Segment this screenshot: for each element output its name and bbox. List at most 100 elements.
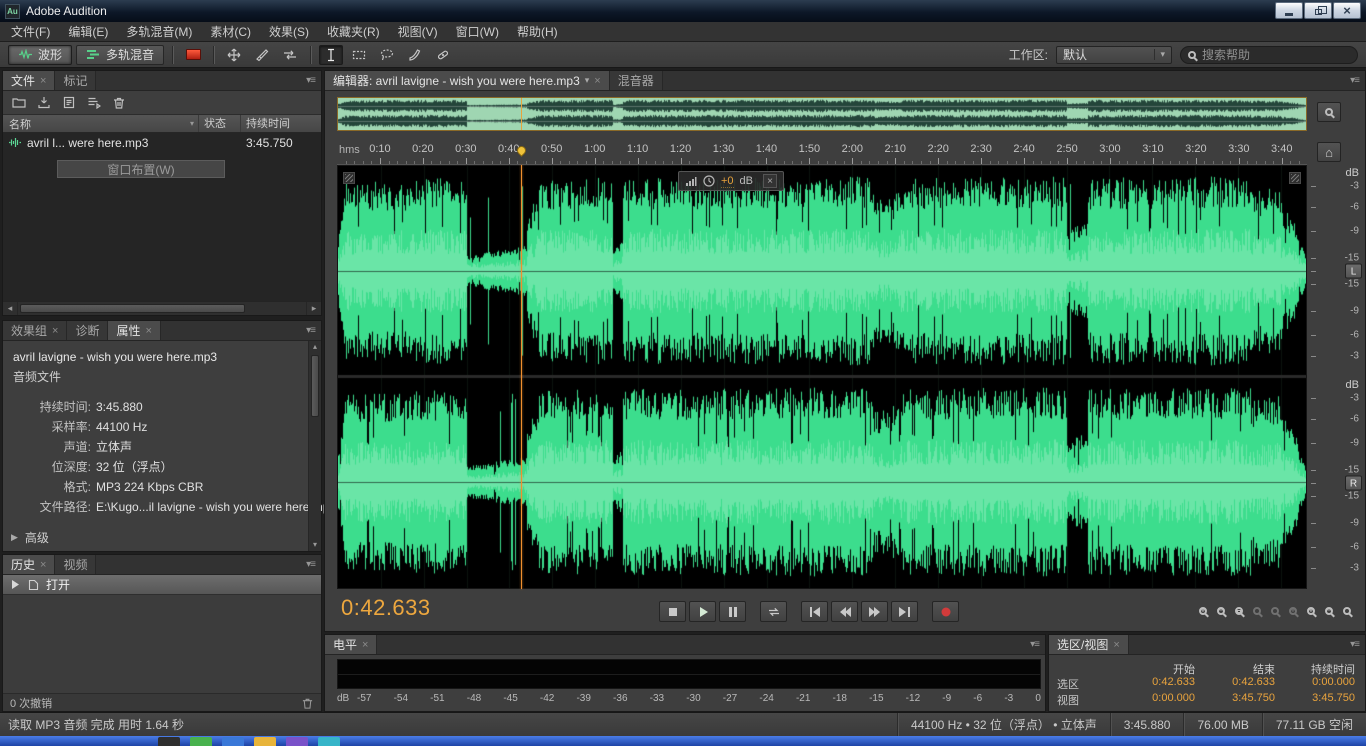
tab-close-icon[interactable]: × <box>362 639 368 651</box>
menu-item-8[interactable]: 窗口(W) <box>447 25 508 39</box>
minimize-button[interactable] <box>1275 2 1303 19</box>
tab-selection-view[interactable]: 选区/视图× <box>1049 635 1129 654</box>
panel-menu-icon[interactable]: ▾≡ <box>300 559 321 570</box>
tab-history[interactable]: 历史× <box>3 555 55 574</box>
zoom-out-time-icon[interactable]: − <box>1217 607 1225 615</box>
open-file-icon[interactable] <box>12 96 26 109</box>
taskbar-app-icon[interactable] <box>318 737 340 746</box>
skip-to-start-button[interactable] <box>801 601 828 622</box>
channel-badge-L[interactable]: L <box>1345 264 1362 279</box>
zoom-in-amplitude-icon[interactable]: + <box>1307 607 1315 615</box>
timeline-ruler[interactable]: hms 0:100:200:300:400:501:001:101:201:30… <box>337 139 1307 165</box>
scrollbar-track[interactable] <box>309 353 321 539</box>
selection-row[interactable]: 选区 0:42.633 0:42.633 0:00.000 <box>1057 676 1355 692</box>
time-selection-tool-icon[interactable] <box>319 45 343 65</box>
column-duration[interactable]: 持续时间 <box>241 115 321 133</box>
column-status[interactable]: 状态 <box>199 115 241 132</box>
zoom-out-full-icon[interactable] <box>1317 102 1341 122</box>
close-button[interactable]: × <box>1333 2 1361 19</box>
loop-playback-button[interactable] <box>760 601 787 622</box>
slip-tool-icon[interactable] <box>278 45 302 65</box>
tab-mixer[interactable]: 混音器 <box>610 71 663 90</box>
move-tool-icon[interactable] <box>222 45 246 65</box>
scroll-left-icon[interactable]: ◂ <box>3 303 17 314</box>
menu-item-3[interactable]: 多轨混音(M) <box>117 25 201 39</box>
panel-menu-icon[interactable]: ▾≡ <box>1344 75 1365 86</box>
tab-editor[interactable]: 编辑器: avril lavigne - wish you were here.… <box>325 71 610 90</box>
chevron-down-icon[interactable]: ▾ <box>585 75 590 86</box>
zoom-to-selection-icon[interactable] <box>1235 607 1243 615</box>
taskbar-app-icon[interactable] <box>286 737 308 746</box>
zoom-out-amplitude-icon[interactable]: − <box>1325 607 1333 615</box>
view-end-value[interactable]: 3:45.750 <box>1195 692 1275 708</box>
panel-menu-icon[interactable]: ▾≡ <box>300 75 321 86</box>
spectral-display-icon[interactable] <box>181 45 205 65</box>
tab-close-icon[interactable]: × <box>52 325 58 337</box>
record-button[interactable] <box>932 601 959 622</box>
tab-files[interactable]: 文件× <box>3 71 55 90</box>
home-icon[interactable]: ⌂ <box>1317 142 1341 162</box>
time-display[interactable]: 0:42.633 <box>341 595 431 621</box>
skip-to-end-button[interactable] <box>891 601 918 622</box>
tab-close-icon[interactable]: × <box>145 325 151 337</box>
waveform-display[interactable]: +0 dB × <box>337 165 1307 589</box>
multitrack-view-button[interactable]: 多轨混音 <box>76 45 164 65</box>
zoom-in-time-icon[interactable]: + <box>1199 607 1207 615</box>
insert-into-multitrack-icon[interactable] <box>87 96 101 109</box>
file-row[interactable]: avril l... were here.mp3 3:45.750 <box>3 133 321 152</box>
pause-button[interactable] <box>719 601 746 622</box>
hud-grabber-right[interactable] <box>1289 172 1301 184</box>
fast-forward-button[interactable] <box>861 601 888 622</box>
panel-menu-icon[interactable]: ▾≡ <box>1024 639 1045 650</box>
selection-end-value[interactable]: 0:42.633 <box>1195 676 1275 692</box>
import-file-icon[interactable] <box>37 96 51 109</box>
tab-close-icon[interactable]: × <box>594 75 600 87</box>
menu-item-2[interactable]: 编辑(E) <box>59 25 117 39</box>
history-item-open[interactable]: 打开 <box>3 575 321 595</box>
tab-close-icon[interactable]: × <box>40 559 46 571</box>
hud-close-icon[interactable]: × <box>763 174 777 188</box>
lasso-selection-tool-icon[interactable] <box>375 45 399 65</box>
waveform-view-button[interactable]: 波形 <box>8 45 72 65</box>
trash-icon[interactable] <box>112 96 126 109</box>
brush-selection-tool-icon[interactable] <box>403 45 427 65</box>
scrollbar-thumb[interactable] <box>20 304 245 313</box>
menu-item-4[interactable]: 素材(C) <box>201 25 260 39</box>
taskbar-app-icon[interactable] <box>254 737 276 746</box>
razor-tool-icon[interactable] <box>250 45 274 65</box>
selection-duration-value[interactable]: 0:00.000 <box>1275 676 1355 692</box>
menu-item-5[interactable]: 效果(S) <box>260 25 318 39</box>
view-start-value[interactable]: 0:00.000 <box>1115 692 1195 708</box>
zoom-full-icon[interactable] <box>1343 607 1351 615</box>
scroll-up-icon[interactable]: ▴ <box>313 341 317 353</box>
tab-diagnostics[interactable]: 诊断 <box>67 321 108 340</box>
scroll-right-icon[interactable]: ▸ <box>307 303 321 314</box>
waveform-overview[interactable] <box>337 97 1307 131</box>
tab-properties[interactable]: 属性× <box>108 321 160 340</box>
windows-taskbar[interactable] <box>0 736 1366 746</box>
advanced-section-toggle[interactable]: ▶高级 <box>11 529 49 546</box>
panel-menu-icon[interactable]: ▾≡ <box>300 325 321 336</box>
hud-gain-value[interactable]: +0 <box>721 175 734 188</box>
tab-levels[interactable]: 电平× <box>325 635 377 654</box>
trash-icon[interactable] <box>301 697 314 709</box>
menu-item-1[interactable]: 文件(F) <box>2 25 59 39</box>
restore-button[interactable] <box>1304 2 1332 19</box>
view-row[interactable]: 视图 0:00.000 3:45.750 3:45.750 <box>1057 692 1355 708</box>
volume-hud[interactable]: +0 dB × <box>678 171 784 191</box>
tab-markers[interactable]: 标记 <box>55 71 96 90</box>
tab-effects-rack[interactable]: 效果组× <box>3 321 67 340</box>
scroll-down-icon[interactable]: ▾ <box>313 539 317 551</box>
menu-item-7[interactable]: 视图(V) <box>389 25 447 39</box>
marquee-selection-tool-icon[interactable] <box>347 45 371 65</box>
waveform-canvas[interactable] <box>338 166 1306 588</box>
channel-badge-R[interactable]: R <box>1345 476 1362 491</box>
help-search-input[interactable]: 搜索帮助 <box>1180 46 1358 64</box>
spot-healing-brush-tool-icon[interactable] <box>431 45 455 65</box>
files-column-headers[interactable]: 名称▾ 状态 持续时间 <box>3 115 321 133</box>
column-name[interactable]: 名称▾ <box>3 115 199 132</box>
taskbar-app-icon[interactable] <box>158 737 180 746</box>
properties-vscrollbar[interactable]: ▴ ▾ <box>308 341 321 551</box>
taskbar-app-icon[interactable] <box>222 737 244 746</box>
scrollbar-track[interactable] <box>17 302 307 315</box>
